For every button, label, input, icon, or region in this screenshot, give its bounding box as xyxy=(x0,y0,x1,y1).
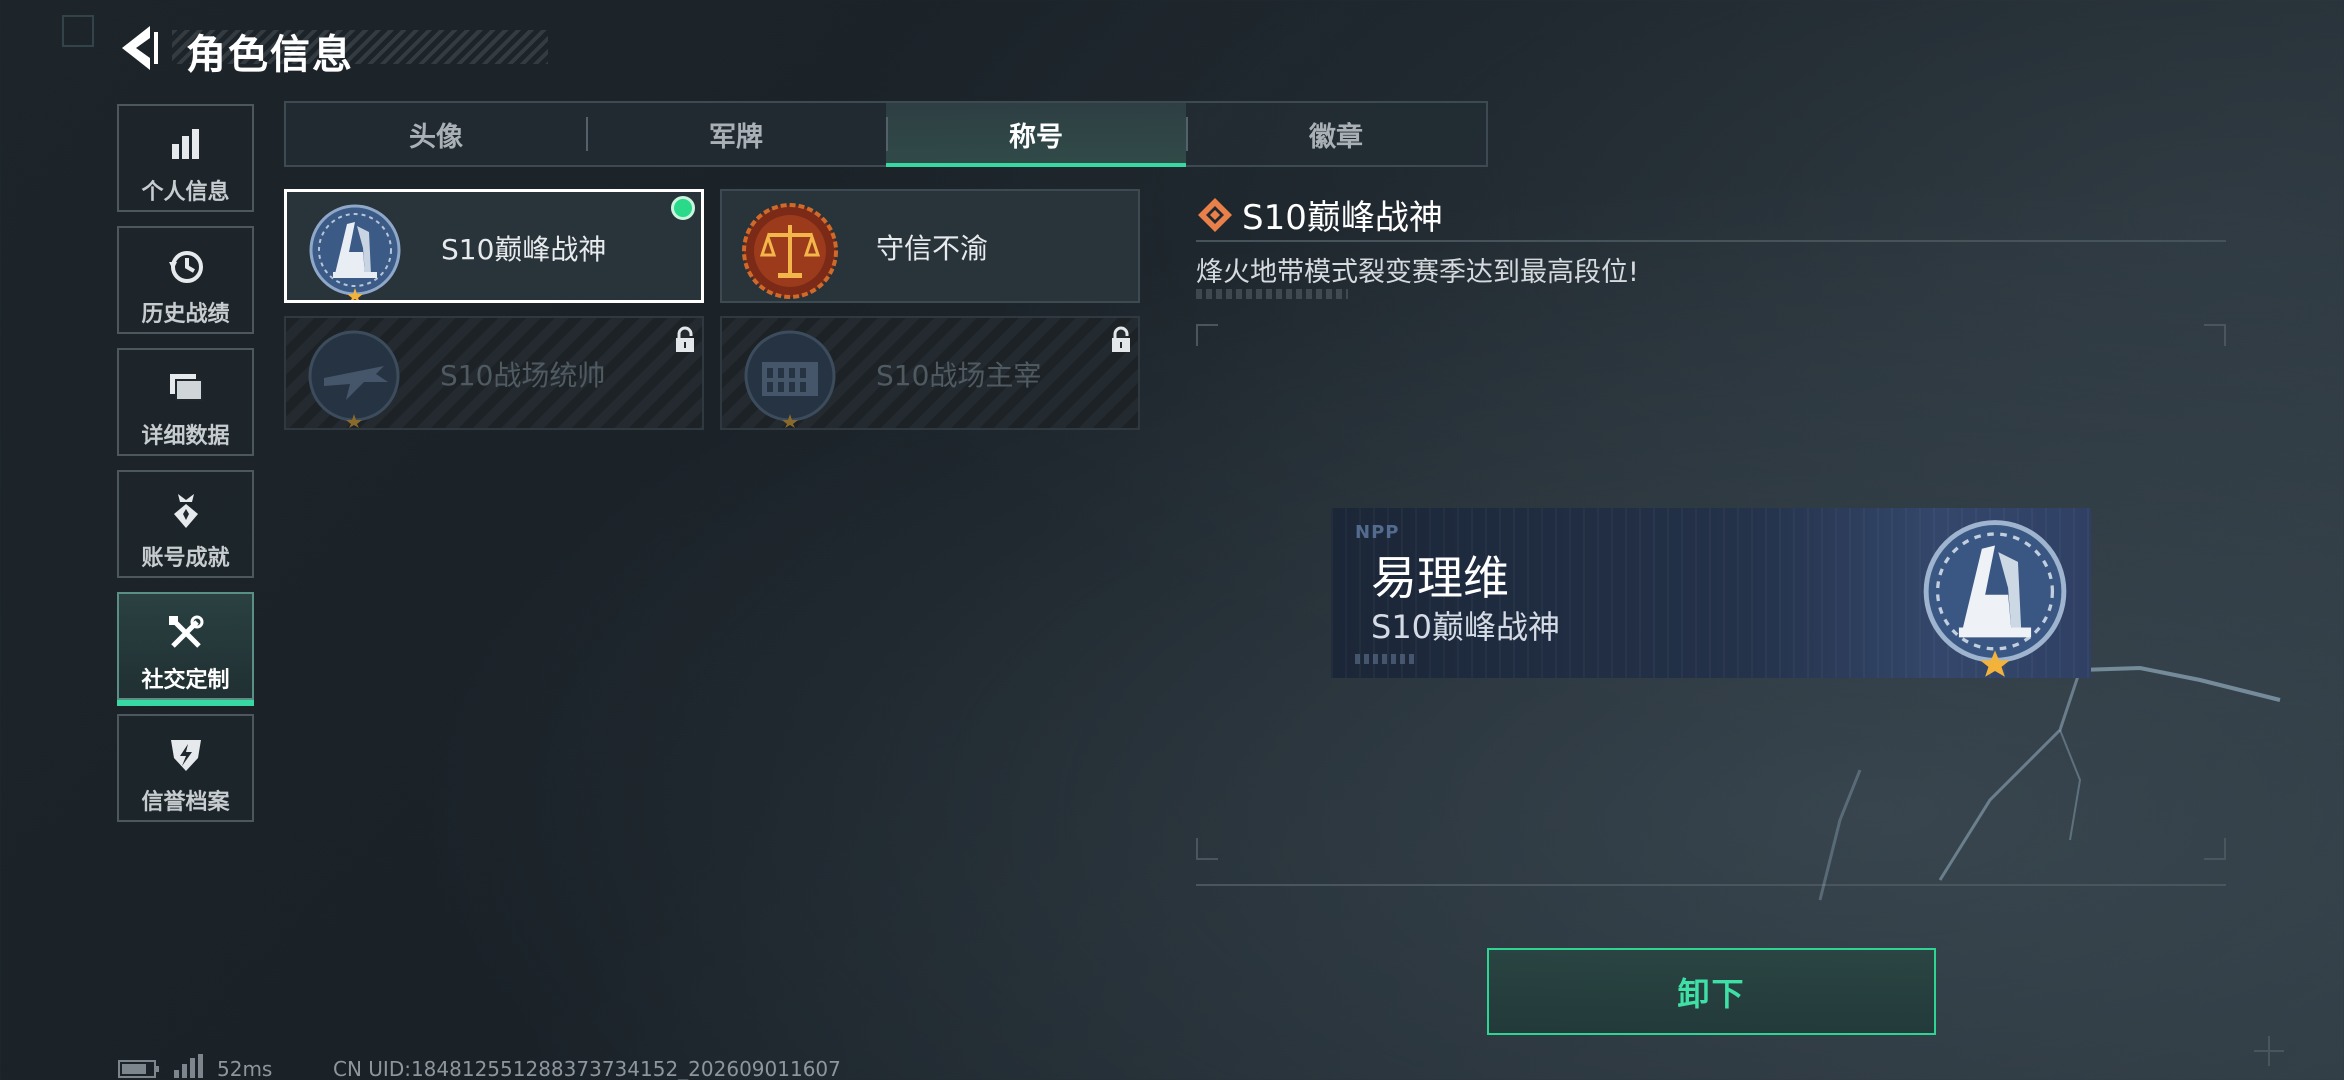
tab-avatar[interactable]: 头像 xyxy=(286,103,586,165)
preview-frame-corner xyxy=(1196,324,1218,346)
signal-icon xyxy=(174,1054,203,1078)
title-card-name: S10战场主宰 xyxy=(876,359,1042,392)
title-card-s10-battlefield-commander[interactable]: S10战场统帅 xyxy=(284,316,704,430)
diamond-rank-icon xyxy=(1198,198,1232,232)
lock-icon xyxy=(1112,326,1130,352)
shield-lightning-icon xyxy=(170,740,201,771)
nameplate-title: S10巅峰战神 xyxy=(1371,608,1561,646)
user-uid: CN UID:18481255128837373​4152_2026090116… xyxy=(333,1057,841,1080)
bar-chart-icon xyxy=(171,129,199,159)
sidebar-item-credit-profile[interactable]: 信誉档案 xyxy=(117,714,254,822)
crosshair-icon xyxy=(2254,1036,2284,1066)
detail-decoration-stripe xyxy=(1196,289,1348,299)
medal-icon xyxy=(173,494,198,528)
sidebar-item-label: 历史战绩 xyxy=(141,302,230,327)
sidebar-item-personal-info[interactable]: 个人信息 xyxy=(117,104,254,212)
tab-dog-tag[interactable]: 军牌 xyxy=(586,103,886,165)
active-indicator xyxy=(117,700,254,706)
unequip-button-label: 卸下 xyxy=(1677,974,1746,1013)
sidebar-item-label: 账号成就 xyxy=(141,546,230,571)
tab-title[interactable]: 称号 xyxy=(886,103,1186,167)
sidebar-item-social-customization[interactable]: 社交定制 xyxy=(117,592,254,706)
tab-badge[interactable]: 徽章 xyxy=(1186,103,1486,165)
battery-icon xyxy=(118,1060,159,1078)
lightning-crack-decoration xyxy=(1818,658,2281,901)
sidebar-item-label: 详细数据 xyxy=(141,424,230,449)
title-card-name: S10巅峰战神 xyxy=(441,233,607,266)
nameplate-preview: NPP 易理维 S10巅峰战神 xyxy=(1331,508,2091,678)
title-card-name: 守信不渝 xyxy=(876,232,989,265)
nameplate-player-name: 易理维 xyxy=(1371,551,1509,605)
peak-war-god-emblem-icon xyxy=(309,204,401,300)
unequip-button[interactable]: 卸下 xyxy=(1487,948,1936,1035)
peak-war-god-emblem-icon xyxy=(1923,520,2067,677)
preview-frame-corner xyxy=(2204,324,2226,346)
scales-of-justice-emblem-icon xyxy=(742,203,838,299)
folders-icon xyxy=(169,374,203,401)
sidebar-item-label: 个人信息 xyxy=(141,180,230,205)
colosseum-emblem-icon xyxy=(744,330,836,428)
tab-bar: 头像 军牌 称号 徽章 xyxy=(284,101,1488,167)
detail-description: 烽火地带模式裂变赛季达到最高段位! xyxy=(1196,257,1639,288)
page-title: 角色信息 xyxy=(186,32,354,78)
detail-title: S10巅峰战神 xyxy=(1242,198,1443,238)
sidebar-item-detailed-data[interactable]: 详细数据 xyxy=(117,348,254,456)
back-arrow-icon xyxy=(122,26,158,70)
equipped-indicator-dot xyxy=(671,196,695,220)
nameplate-decoration-marks xyxy=(1355,654,1415,664)
commander-emblem-icon xyxy=(308,330,400,428)
title-card-name: S10战场统帅 xyxy=(440,359,606,392)
history-icon xyxy=(168,251,203,283)
sidebar-item-history[interactable]: 历史战绩 xyxy=(117,226,254,334)
sidebar-item-label: 社交定制 xyxy=(141,668,230,693)
title-card-s10-peak-war-god[interactable]: S10巅峰战神 xyxy=(284,189,704,303)
lock-icon xyxy=(676,326,694,352)
ping-readout: 52ms xyxy=(217,1057,273,1080)
sidebar-item-achievements[interactable]: 账号成就 xyxy=(117,470,254,578)
back-button[interactable] xyxy=(116,22,160,74)
corner-frame-mark xyxy=(62,15,94,47)
nameplate-logo: NPP xyxy=(1355,522,1400,543)
sidebar-item-label: 信誉档案 xyxy=(141,790,230,815)
preview-frame-corner xyxy=(1196,838,1218,860)
tools-icon xyxy=(168,615,203,648)
title-card-s10-battlefield-dominator[interactable]: S10战场主宰 xyxy=(720,316,1140,430)
title-card-keep-faith[interactable]: 守信不渝 xyxy=(720,189,1140,303)
detail-divider xyxy=(1196,240,2226,242)
